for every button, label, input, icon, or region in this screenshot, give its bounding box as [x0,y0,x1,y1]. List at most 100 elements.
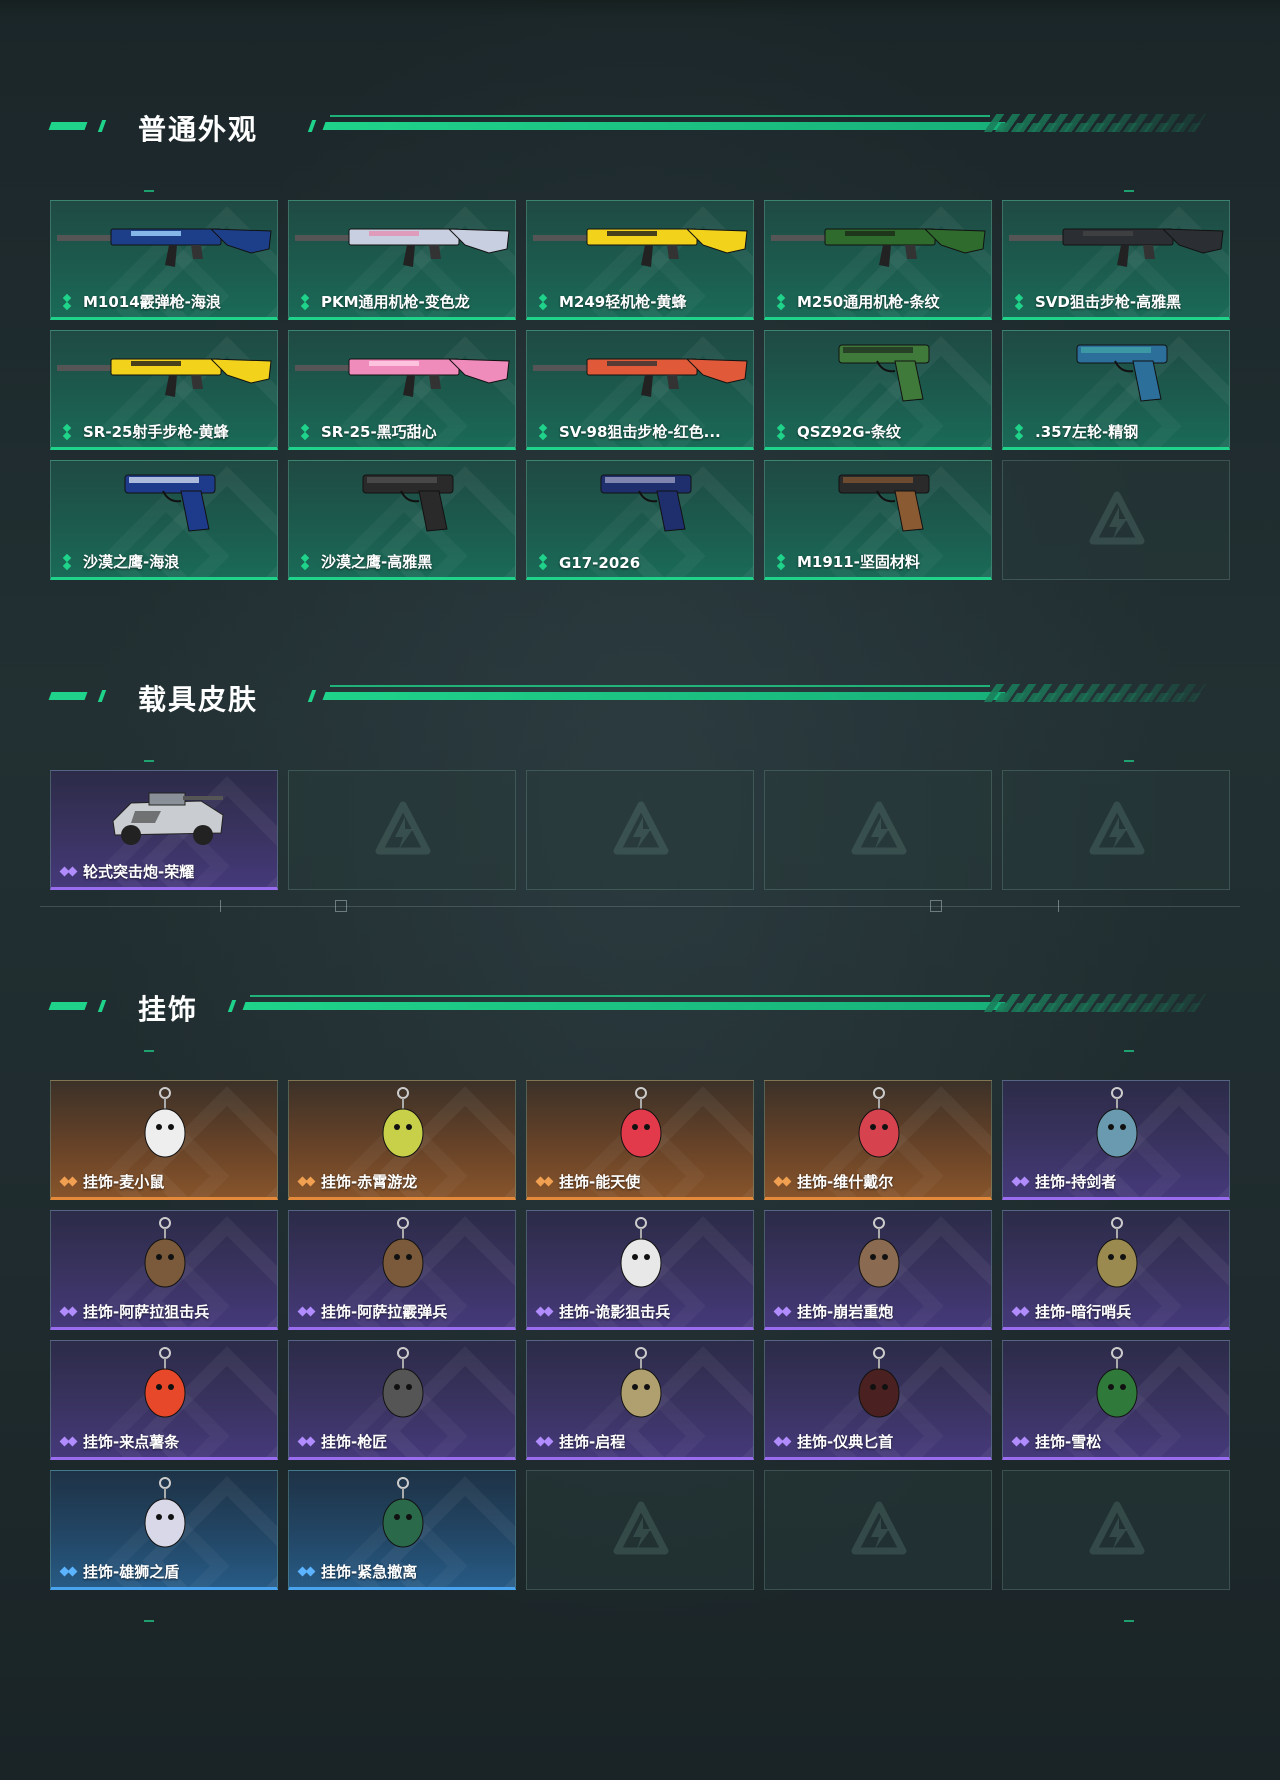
weapon-name: M1911-坚固材料 [797,553,920,571]
rarity-icon [1011,1304,1030,1320]
rarity-icon [59,1174,78,1190]
rarity-icon [775,553,787,571]
header-checker-pattern [986,693,1204,702]
rarity-icon [775,423,787,441]
header-thin-line [330,115,990,117]
section-normal-skins: 普通外观 M1014霰弹枪-海浪 PKM通用机枪-变色龙 M249轻机枪-黄蜂 … [0,106,1280,586]
charm-name: 挂饰-枪匠 [321,1433,388,1451]
charm-card[interactable]: 挂饰-枪匠 [288,1340,516,1460]
charm-name: 挂饰-能天使 [559,1173,641,1191]
empty-slot [1002,770,1230,890]
charm-card[interactable]: 挂饰-持剑者 [1002,1080,1230,1200]
corner-dash [144,760,154,762]
weapon-card[interactable]: SVD狙击步枪-高雅黑 [1002,200,1230,320]
weapon-card[interactable]: QSZ92G-条纹 [764,330,992,450]
header-checker-pattern [986,123,1204,132]
rarity-icon [1013,293,1025,311]
charm-card[interactable]: 挂饰-诡影狙击兵 [526,1210,754,1330]
charm-card[interactable]: 挂饰-紧急撤离 [288,1470,516,1590]
charm-name: 挂饰-麦小鼠 [83,1173,165,1191]
weapon-name: G17-2026 [559,554,641,572]
charm-card[interactable]: 挂饰-仪典匕首 [764,1340,992,1460]
frame-square [335,900,347,912]
rarity-icon [59,1434,78,1450]
empty-slot [526,770,754,890]
weapon-card[interactable]: 沙漠之鹰-高雅黑 [288,460,516,580]
rarity-icon [61,553,73,571]
rarity-icon [773,1304,792,1320]
frame-square [930,900,942,912]
weapon-card[interactable]: PKM通用机枪-变色龙 [288,200,516,320]
weapon-name: M1014霰弹枪-海浪 [83,293,221,311]
rarity-icon [1013,423,1025,441]
rarity-icon [535,1434,554,1450]
corner-dash [1124,1620,1134,1622]
charm-card[interactable]: 挂饰-雄狮之盾 [50,1470,278,1590]
charm-card[interactable]: 挂饰-阿萨拉狙击兵 [50,1210,278,1330]
rarity-icon [297,1174,316,1190]
rarity-icon [61,423,73,441]
weapon-card[interactable]: G17-2026 [526,460,754,580]
header-thin-line [250,995,990,997]
weapon-card[interactable]: M1014霰弹枪-海浪 [50,200,278,320]
weapon-card[interactable]: SR-25射手步枪-黄蜂 [50,330,278,450]
charm-card[interactable]: 挂饰-雪松 [1002,1340,1230,1460]
header-accent [97,120,107,132]
charm-card[interactable]: 挂饰-启程 [526,1340,754,1460]
header-checker-pattern [986,1003,1204,1012]
weapon-card[interactable]: SV-98狙击步枪-红色... [526,330,754,450]
empty-slot [526,1470,754,1590]
charm-name: 挂饰-诡影狙击兵 [559,1303,671,1321]
empty-slot [764,770,992,890]
corner-dash [144,1620,154,1622]
charm-card[interactable]: 挂饰-维什戴尔 [764,1080,992,1200]
empty-slot [1002,460,1230,580]
rarity-icon [61,293,73,311]
charm-name: 挂饰-雪松 [1035,1433,1102,1451]
header-accent [307,690,317,702]
charm-name: 挂饰-来点薯条 [83,1433,180,1451]
weapon-card[interactable]: M250通用机枪-条纹 [764,200,992,320]
charm-name: 挂饰-暗行哨兵 [1035,1303,1132,1321]
charm-card[interactable]: 挂饰-能天使 [526,1080,754,1200]
charm-card[interactable]: 挂饰-赤霄游龙 [288,1080,516,1200]
rarity-icon [297,1434,316,1450]
charm-card[interactable]: 挂饰-阿萨拉霰弹兵 [288,1210,516,1330]
rarity-icon [537,293,549,311]
header-accent [48,122,88,130]
weapon-name: .357左轮-精钢 [1035,423,1139,441]
weapon-name: SVD狙击步枪-高雅黑 [1035,293,1182,311]
weapon-name: 沙漠之鹰-海浪 [83,553,180,571]
weapon-name: SV-98狙击步枪-红色... [559,423,721,441]
section-header: 普通外观 [0,106,1280,150]
charm-name: 挂饰-启程 [559,1433,626,1451]
weapon-name: M249轻机枪-黄蜂 [559,293,687,311]
weapon-card[interactable]: 沙漠之鹰-海浪 [50,460,278,580]
empty-slot [764,1470,992,1590]
weapon-card[interactable]: SR-25-黑巧甜心 [288,330,516,450]
corner-dash [1124,190,1134,192]
weapon-name: PKM通用机枪-变色龙 [321,293,470,311]
charm-card[interactable]: 挂饰-麦小鼠 [50,1080,278,1200]
weapon-card[interactable]: M1911-坚固材料 [764,460,992,580]
charm-card[interactable]: 挂饰-暗行哨兵 [1002,1210,1230,1330]
section-title: 普通外观 [138,113,259,146]
corner-dash [1124,760,1134,762]
vehicle-card[interactable]: 轮式突击炮-荣耀 [50,770,278,890]
section-title: 挂饰 [138,993,199,1026]
charm-name: 挂饰-雄狮之盾 [83,1563,180,1581]
weapon-name: QSZ92G-条纹 [797,423,901,441]
charm-card[interactable]: 挂饰-来点薯条 [50,1340,278,1460]
charm-name: 挂饰-崩岩重炮 [797,1303,894,1321]
charm-name: 挂饰-紧急撤离 [321,1563,418,1581]
empty-slot [1002,1470,1230,1590]
header-line [242,1002,1006,1010]
header-thin-line [330,685,990,687]
weapon-card[interactable]: .357左轮-精钢 [1002,330,1230,450]
rarity-icon [537,553,549,571]
rarity-icon [59,1564,78,1580]
corner-dash [1124,1050,1134,1052]
weapon-card[interactable]: M249轻机枪-黄蜂 [526,200,754,320]
frame-tick [1058,900,1059,912]
charm-card[interactable]: 挂饰-崩岩重炮 [764,1210,992,1330]
